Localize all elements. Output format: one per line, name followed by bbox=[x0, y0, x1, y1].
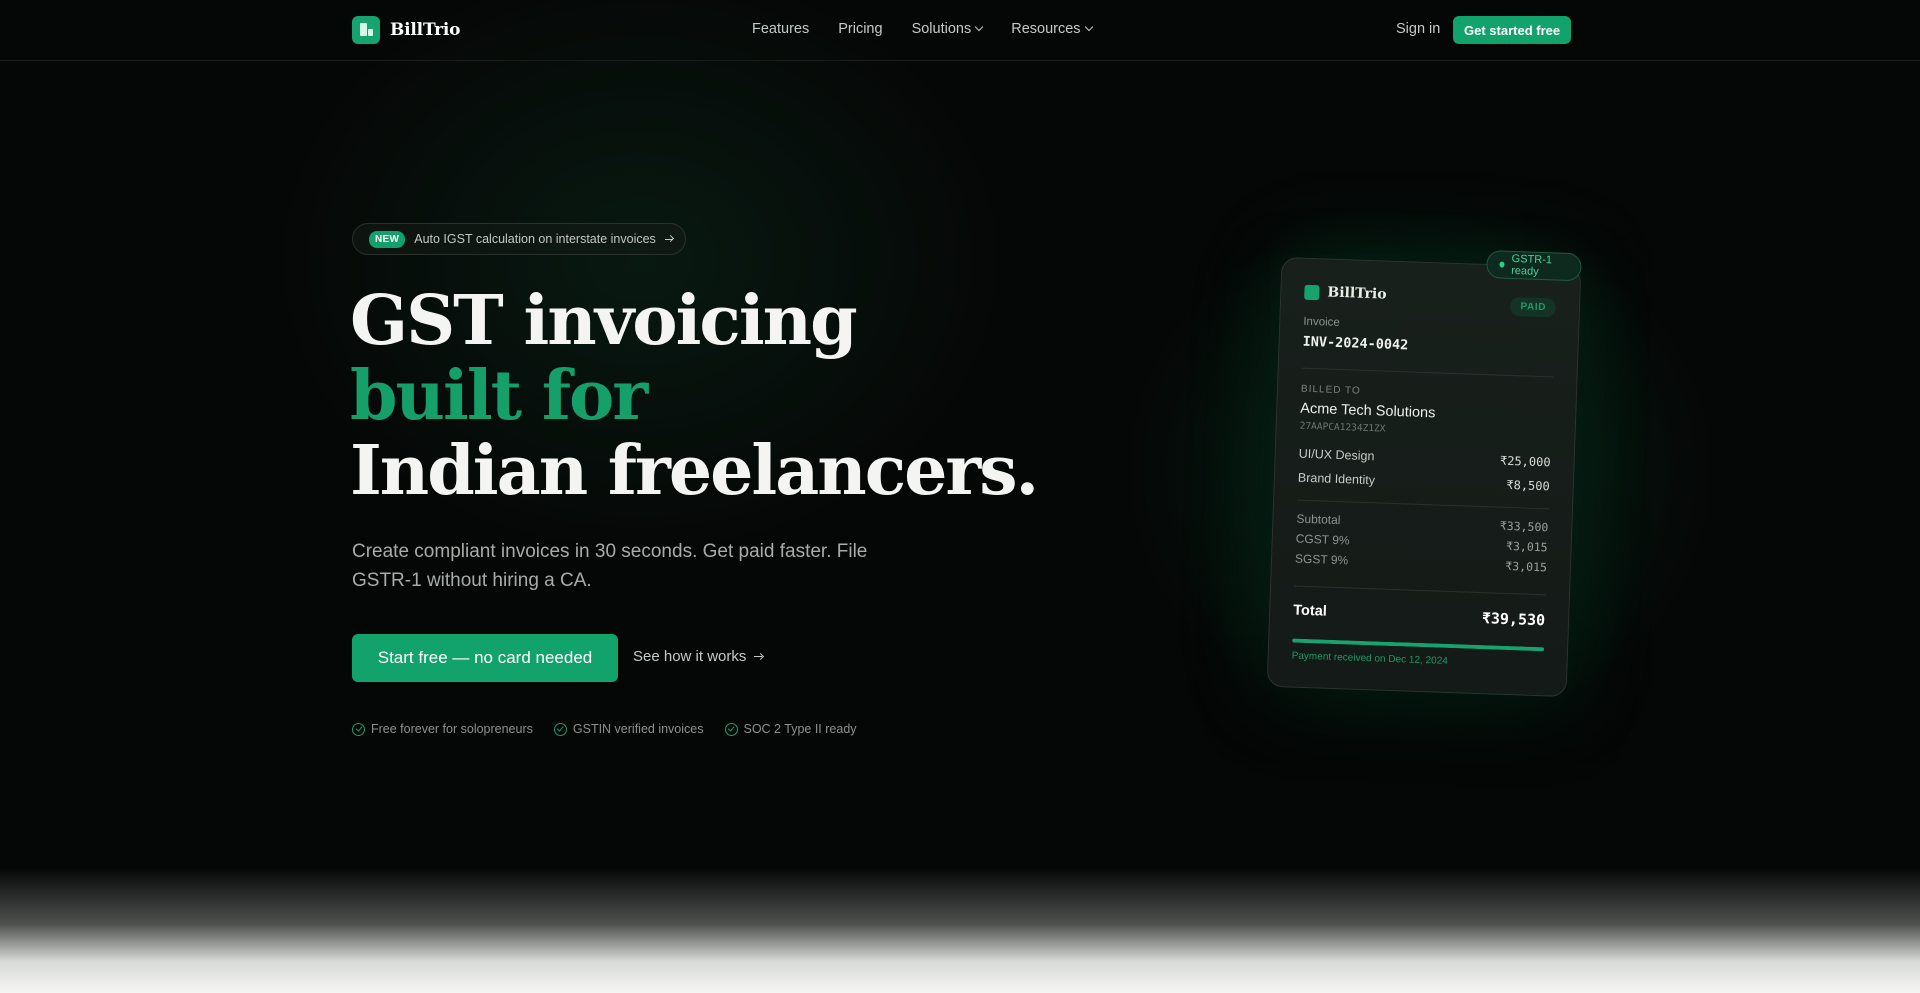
nav-link-resources[interactable]: Resources bbox=[1011, 21, 1093, 37]
status-dot-icon bbox=[1499, 261, 1505, 268]
brand-logo[interactable]: BillTrio bbox=[352, 16, 461, 44]
hero-subcopy: Create compliant invoices in 30 seconds.… bbox=[352, 541, 868, 591]
total-value: ₹39,530 bbox=[1481, 609, 1546, 630]
invoice-brand-name: BillTrio bbox=[1327, 284, 1387, 303]
see-how-it-works-link[interactable]: See how it works bbox=[633, 648, 764, 665]
invoice-brand: BillTrio bbox=[1304, 284, 1387, 303]
cgst-value: ₹3,015 bbox=[1505, 538, 1548, 555]
arrow-right-icon bbox=[754, 653, 764, 661]
nav-link-solutions[interactable]: Solutions bbox=[911, 21, 984, 37]
top-navigation: BillTrio Features Pricing Solutions Reso… bbox=[0, 0, 1920, 61]
headline-line-1: GST invoicing bbox=[350, 281, 858, 361]
get-started-button[interactable]: Get started free bbox=[1453, 16, 1572, 44]
cgst-label: CGST 9% bbox=[1295, 531, 1350, 548]
headline-line-2: built for bbox=[350, 356, 648, 436]
brand-name: BillTrio bbox=[390, 20, 461, 40]
check-circle-icon bbox=[724, 722, 738, 736]
trust-item: SOC 2 Type II ready bbox=[724, 722, 857, 736]
start-free-button[interactable]: Start free — no card needed bbox=[352, 634, 618, 682]
new-badge: NEW bbox=[369, 230, 406, 248]
announcement-text: Auto IGST calculation on interstate invo… bbox=[414, 232, 656, 246]
check-circle-icon bbox=[553, 722, 567, 736]
invoice-preview-card: GSTR-1 ready BillTrio PAID Invoice INV-2… bbox=[1266, 250, 1582, 698]
nav-link-label: Pricing bbox=[838, 21, 883, 37]
check-circle-icon bbox=[352, 722, 365, 736]
total-label: Total bbox=[1292, 602, 1328, 620]
signin-link[interactable]: Sign in bbox=[1396, 21, 1440, 37]
subtotal-value: ₹33,500 bbox=[1499, 518, 1549, 535]
chevron-down-icon bbox=[1084, 22, 1093, 32]
trust-label: GSTIN verified invoices bbox=[572, 722, 704, 736]
receipt-icon bbox=[352, 16, 380, 44]
trust-item: GSTIN verified invoices bbox=[553, 722, 704, 736]
invoice-label: Invoice bbox=[1303, 315, 1340, 329]
gstr-ready-badge: GSTR-1 ready bbox=[1485, 250, 1582, 282]
nav-link-label: Solutions bbox=[911, 21, 972, 37]
trust-label: SOC 2 Type II ready bbox=[743, 722, 857, 736]
hero-headline: GST invoicing built for Indian freelance… bbox=[350, 281, 1039, 511]
sgst-label: SGST 9% bbox=[1294, 551, 1349, 568]
arrow-right-icon bbox=[664, 235, 675, 243]
see-how-label: See how it works bbox=[633, 648, 747, 665]
subtotal-label: Subtotal bbox=[1296, 511, 1341, 528]
announcement-pill[interactable]: NEW Auto IGST calculation on interstate … bbox=[352, 223, 686, 255]
nav-link-label: Features bbox=[752, 21, 810, 37]
trust-item: Free forever for solopreneurs bbox=[352, 722, 533, 736]
line-item-name: UI/UX Design bbox=[1298, 446, 1375, 464]
line-item-amount: ₹25,000 bbox=[1499, 453, 1551, 470]
brand-mark-icon bbox=[1304, 284, 1320, 300]
headline-line-3: Indian freelancers. bbox=[350, 431, 1039, 511]
trust-list: Free forever for solopreneurs GSTIN veri… bbox=[352, 722, 857, 736]
nav-links: Features Pricing Solutions Resources bbox=[752, 21, 1093, 37]
paid-status-badge: PAID bbox=[1510, 296, 1557, 318]
trust-label: Free forever for solopreneurs bbox=[371, 722, 533, 736]
chevron-down-icon bbox=[974, 22, 984, 32]
nav-link-pricing[interactable]: Pricing bbox=[838, 21, 882, 37]
nav-link-features[interactable]: Features bbox=[752, 21, 809, 37]
sgst-value: ₹3,015 bbox=[1505, 558, 1548, 575]
gstr-badge-label: GSTR-1 ready bbox=[1511, 252, 1553, 278]
billed-to-label: BILLED TO bbox=[1300, 383, 1361, 397]
section-fade bbox=[0, 868, 1920, 993]
nav-link-label: Resources bbox=[1011, 21, 1081, 37]
line-item-name: Brand Identity bbox=[1297, 470, 1376, 488]
line-item-amount: ₹8,500 bbox=[1506, 477, 1550, 494]
